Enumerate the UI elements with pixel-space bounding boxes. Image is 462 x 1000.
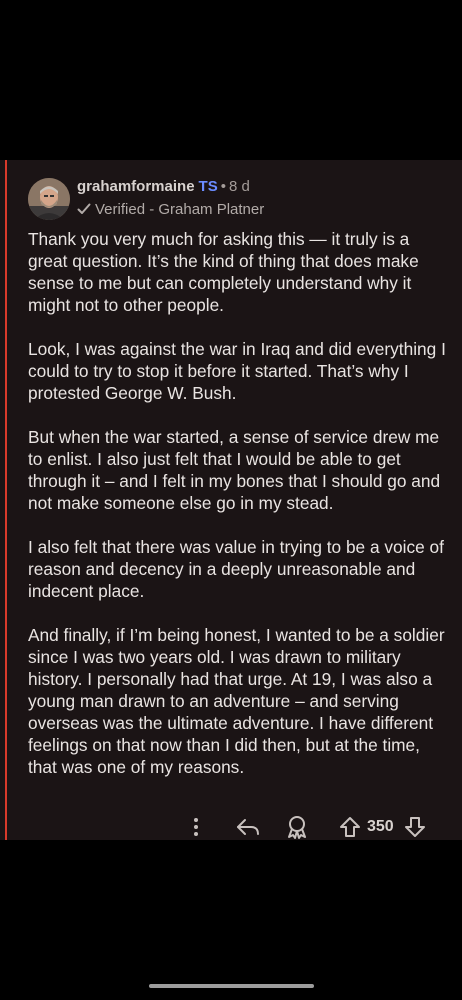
award-icon <box>288 816 306 839</box>
vote-count: 350 <box>367 818 394 835</box>
downvote-button[interactable] <box>403 812 427 842</box>
comment-body: Thank you very much for asking this — it… <box>28 228 448 800</box>
ts-badge: TS <box>198 178 218 195</box>
comment-header: grahamformaine TS • 8 d <box>77 177 250 197</box>
comment-paragraph: And finally, if I’m being honest, I want… <box>28 625 445 777</box>
username[interactable]: grahamformaine <box>77 178 195 195</box>
comment-age: 8 d <box>228 178 250 195</box>
reply-icon <box>237 819 259 835</box>
downvote-icon <box>405 817 425 837</box>
more-vertical-icon <box>194 818 198 836</box>
reply-button[interactable] <box>235 812 261 842</box>
upvote-button[interactable] <box>338 812 362 842</box>
home-indicator[interactable] <box>149 984 314 988</box>
verified-flair: Verified - Graham Platner <box>77 200 264 220</box>
comment-paragraph: Thank you very much for asking this — it… <box>28 229 419 315</box>
thread-line[interactable] <box>5 160 7 840</box>
comment-actions: 350 <box>0 812 462 842</box>
verified-label: Verified - Graham Platner <box>95 201 265 218</box>
more-button[interactable] <box>186 812 206 842</box>
award-button[interactable] <box>285 812 309 842</box>
comment-paragraph: I also felt that there was value in tryi… <box>28 537 444 601</box>
upvote-icon <box>340 817 360 837</box>
check-icon <box>77 203 91 214</box>
separator-dot: • <box>220 178 226 195</box>
comment-card: grahamformaine TS • 8 d Verified - Graham P… <box>0 160 462 840</box>
avatar[interactable] <box>28 178 70 220</box>
comment-paragraph: Look, I was against the war in Iraq and … <box>28 339 446 403</box>
comment-paragraph: But when the war started, a sense of ser… <box>28 427 441 513</box>
